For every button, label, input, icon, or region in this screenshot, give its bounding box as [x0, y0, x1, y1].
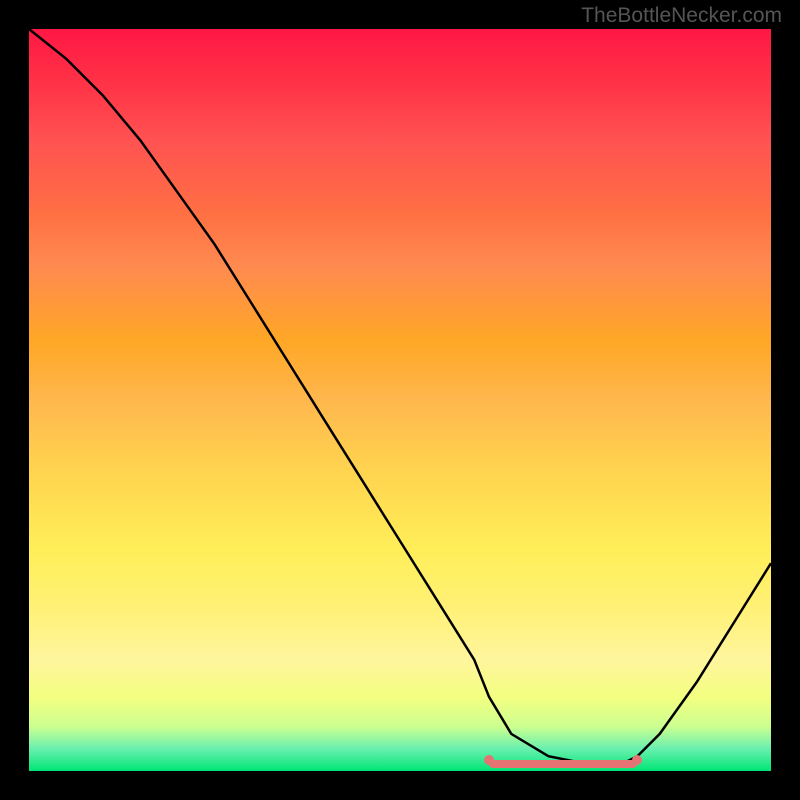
optimal-range-end-dot: [632, 755, 642, 765]
optimal-range-start-dot: [484, 755, 494, 765]
watermark-text: TheBottleNecker.com: [581, 4, 782, 28]
bottleneck-curve: [29, 29, 771, 771]
optimal-range-marker: [489, 760, 637, 768]
plot-area: [29, 29, 771, 771]
